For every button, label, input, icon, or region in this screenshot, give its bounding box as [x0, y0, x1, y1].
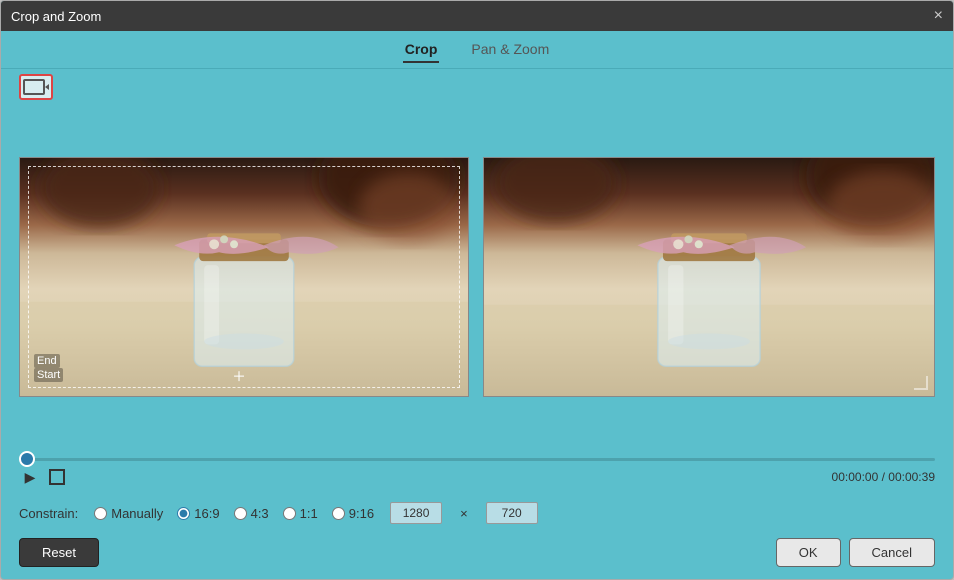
radio-1x1-input[interactable]: [283, 507, 296, 520]
radio-9x16-label[interactable]: 9:16: [349, 506, 374, 521]
current-time: 00:00:00: [832, 470, 879, 484]
reset-button[interactable]: Reset: [19, 538, 99, 567]
time-separator: /: [878, 470, 888, 484]
radio-16x9-input[interactable]: [177, 507, 190, 520]
radio-manually[interactable]: Manually: [94, 506, 163, 521]
constrain-label: Constrain:: [19, 506, 78, 521]
preview-corner-icon: [914, 376, 928, 390]
radio-group: Manually 16:9 4:3 1:1 9:16: [94, 506, 374, 521]
footer: Reset OK Cancel: [1, 530, 953, 579]
radio-manually-label[interactable]: Manually: [111, 506, 163, 521]
label-end: End: [34, 354, 60, 368]
scrubber-handle[interactable]: [19, 451, 35, 467]
total-time: 00:00:39: [888, 470, 935, 484]
radio-1x1-label[interactable]: 1:1: [300, 506, 318, 521]
source-image: [20, 158, 468, 396]
tab-pan-zoom[interactable]: Pan & Zoom: [469, 37, 551, 63]
dialog-title: Crop and Zoom: [11, 9, 101, 24]
timeline-area: ▶ 00:00:00 / 00:00:39: [1, 448, 953, 496]
toolbar: [1, 69, 953, 105]
radio-4x3-label[interactable]: 4:3: [251, 506, 269, 521]
preview-area: End Start: [1, 105, 953, 448]
scrubber-track[interactable]: [19, 458, 935, 461]
play-controls: ▶: [19, 466, 65, 488]
radio-manually-input[interactable]: [94, 507, 107, 520]
title-bar: Crop and Zoom ×: [1, 1, 953, 31]
stop-button[interactable]: [49, 469, 65, 485]
preview-image: [484, 158, 934, 396]
radio-9x16-input[interactable]: [332, 507, 345, 520]
width-input[interactable]: [390, 502, 442, 524]
preview-canvas: [483, 157, 935, 397]
playback-controls: ▶ 00:00:00 / 00:00:39: [19, 462, 935, 492]
aspect-ratio-icon: [23, 78, 49, 96]
scrubber[interactable]: [19, 456, 935, 462]
tab-bar: Crop Pan & Zoom: [1, 31, 953, 69]
play-button[interactable]: ▶: [19, 466, 41, 488]
footer-right: OK Cancel: [776, 538, 935, 567]
time-display: 00:00:00 / 00:00:39: [832, 470, 935, 484]
constrain-row: Constrain: Manually 16:9 4:3 1:1 9:16: [1, 496, 953, 530]
radio-16x9[interactable]: 16:9: [177, 506, 219, 521]
radio-9x16[interactable]: 9:16: [332, 506, 374, 521]
height-input[interactable]: [486, 502, 538, 524]
label-start: Start: [34, 368, 63, 382]
cancel-button[interactable]: Cancel: [849, 538, 935, 567]
radio-4x3[interactable]: 4:3: [234, 506, 269, 521]
aspect-ratio-button[interactable]: [19, 74, 53, 100]
radio-1x1[interactable]: 1:1: [283, 506, 318, 521]
dimension-separator: ×: [458, 506, 470, 521]
crop-zoom-dialog: Crop and Zoom × Crop Pan & Zoom: [0, 0, 954, 580]
close-button[interactable]: ×: [934, 8, 943, 24]
radio-16x9-label[interactable]: 16:9: [194, 506, 219, 521]
ok-button[interactable]: OK: [776, 538, 841, 567]
source-canvas[interactable]: End Start: [19, 157, 469, 397]
radio-4x3-input[interactable]: [234, 507, 247, 520]
tab-crop[interactable]: Crop: [403, 37, 440, 63]
